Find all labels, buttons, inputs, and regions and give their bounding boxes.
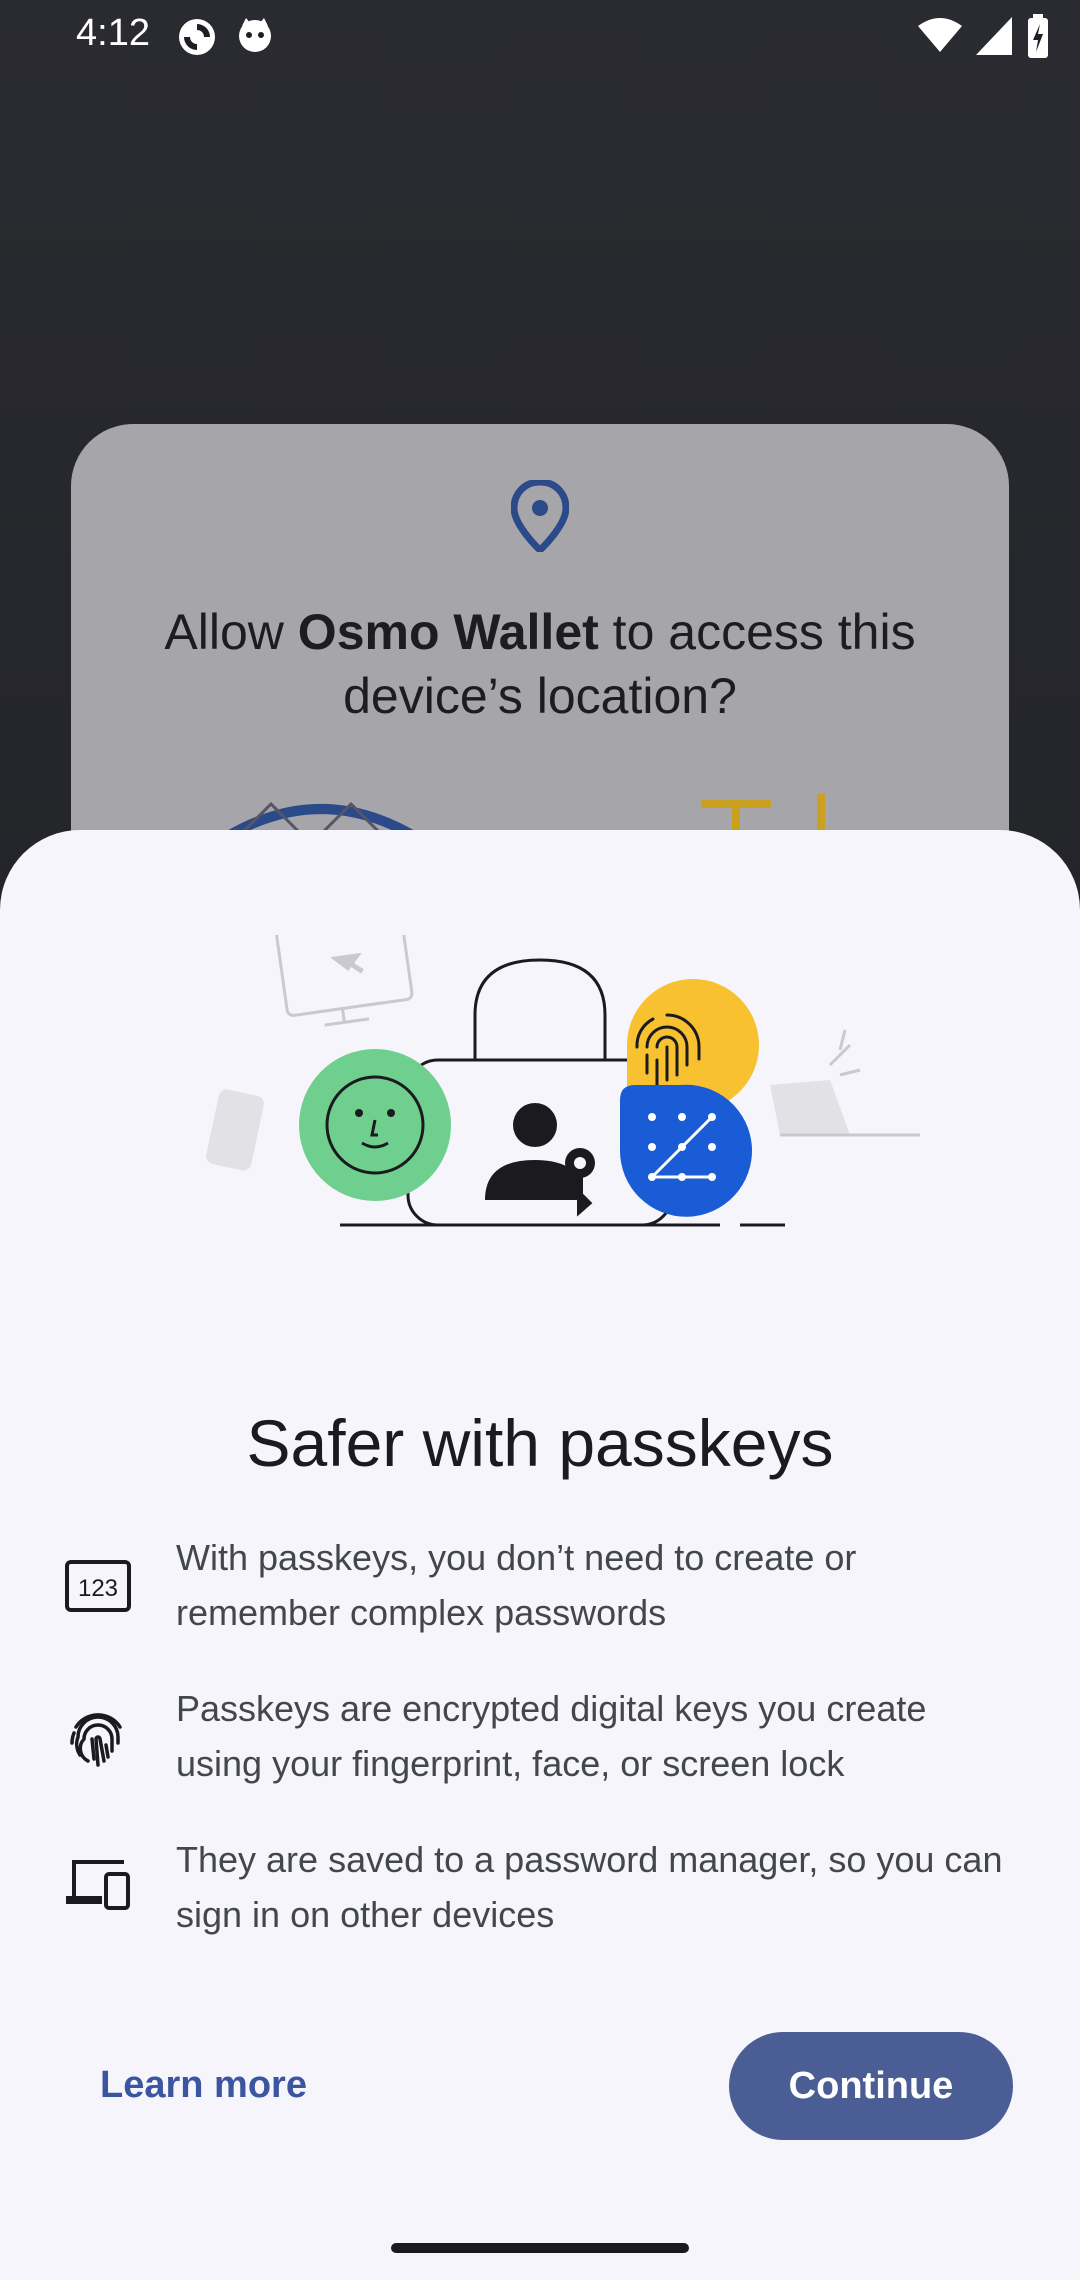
status-time: 4:12 bbox=[76, 12, 150, 54]
passkeys-bottom-sheet: Safer with passkeys 123 With passkeys, y… bbox=[0, 830, 1080, 2280]
battery-charging-icon bbox=[1026, 14, 1050, 63]
feature-text: They are saved to a password manager, so… bbox=[176, 1839, 1003, 1935]
devices-icon bbox=[64, 1852, 132, 1920]
svg-text:123: 123 bbox=[78, 1575, 118, 1602]
feature-text: Passkeys are encrypted digital keys you … bbox=[176, 1688, 927, 1784]
feature-item-passwords: 123 With passkeys, you don’t need to cre… bbox=[0, 1530, 1080, 1640]
status-bar: 4:12 bbox=[0, 0, 1080, 70]
sync-icon bbox=[176, 16, 218, 63]
laptop-icon bbox=[770, 1029, 920, 1137]
feature-text: With passkeys, you don’t need to create … bbox=[176, 1537, 857, 1633]
continue-button[interactable]: Continue bbox=[729, 2032, 1013, 2140]
app-name: Osmo Wallet bbox=[297, 604, 599, 660]
learn-more-button[interactable]: Learn more bbox=[72, 2030, 335, 2140]
gesture-nav-handle[interactable] bbox=[391, 2243, 689, 2253]
sheet-title: Safer with passkeys bbox=[246, 1406, 834, 1480]
permission-title: Allow Osmo Wallet to access this device’… bbox=[164, 604, 916, 724]
feature-item-password-manager: They are saved to a password manager, so… bbox=[0, 1832, 1080, 1942]
cat-icon bbox=[236, 16, 274, 63]
monitor-icon bbox=[275, 935, 414, 1027]
location-pin-icon bbox=[510, 478, 570, 557]
pin-123-icon: 123 bbox=[64, 1552, 132, 1620]
wifi-icon bbox=[918, 18, 962, 59]
passkeys-hero-illustration bbox=[206, 935, 920, 1227]
phone-icon bbox=[206, 1089, 264, 1171]
cellular-signal-icon bbox=[976, 17, 1012, 60]
pattern-lock-icon bbox=[619, 1084, 752, 1217]
feature-item-encrypted-keys: Passkeys are encrypted digital keys you … bbox=[0, 1681, 1080, 1791]
notification-icons bbox=[176, 16, 274, 63]
face-icon bbox=[299, 1049, 451, 1201]
fingerprint-icon bbox=[64, 1703, 132, 1771]
system-icons bbox=[918, 14, 1050, 63]
